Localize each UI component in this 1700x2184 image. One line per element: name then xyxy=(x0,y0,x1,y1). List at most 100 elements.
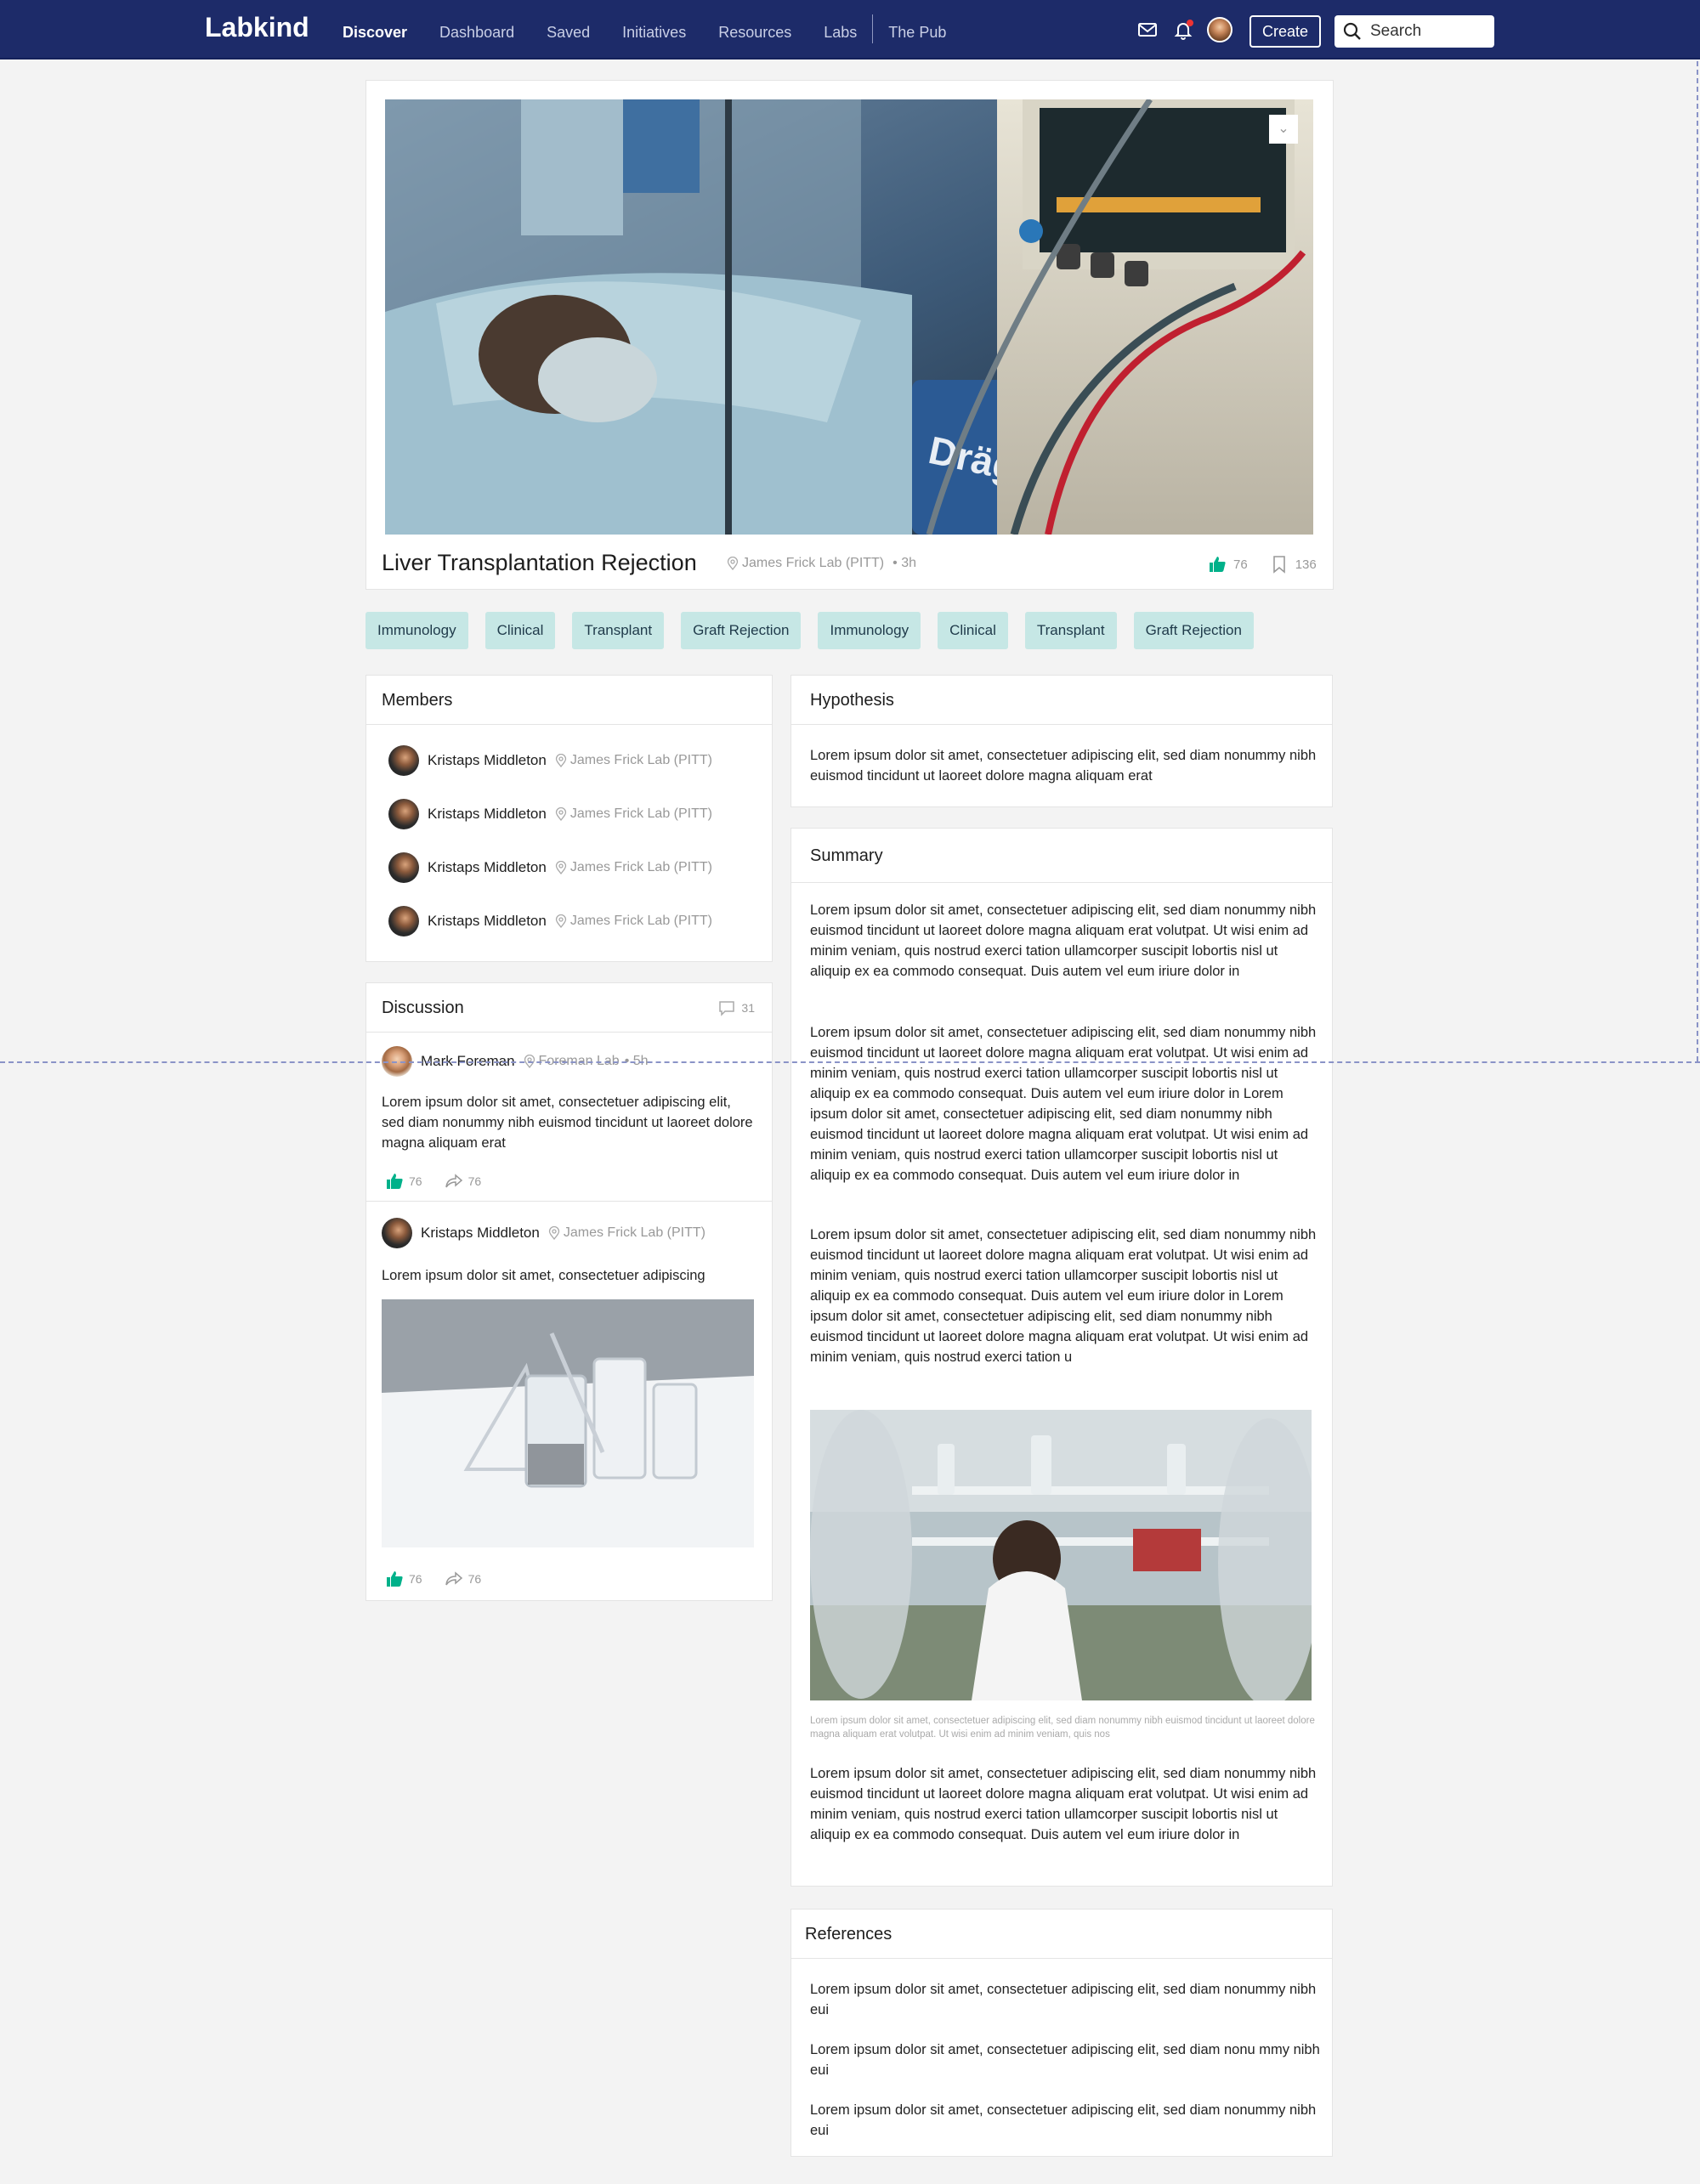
post-body: Lorem ipsum dolor sit amet, consectetuer… xyxy=(382,1268,706,1283)
thumbs-up-icon[interactable] xyxy=(385,1172,404,1191)
location-pin-icon xyxy=(555,807,566,821)
project-stats: 76 136 xyxy=(1208,555,1317,574)
tag-chip[interactable]: Transplant xyxy=(572,612,665,649)
post-share-count: 76 xyxy=(468,1572,482,1586)
nav-links: Discover Dashboard Saved Initiatives Res… xyxy=(343,14,978,43)
member-name[interactable]: Kristaps Middleton xyxy=(428,752,547,769)
guide-line-vertical xyxy=(1697,61,1698,1061)
avatar xyxy=(388,906,419,936)
nav-link-discover[interactable]: Discover xyxy=(343,24,407,42)
project-time: • 3h xyxy=(892,556,916,570)
share-icon[interactable] xyxy=(445,1172,463,1191)
member-row[interactable]: Kristaps Middleton James Frick Lab (PITT… xyxy=(388,852,712,883)
avatar xyxy=(382,1218,412,1248)
member-row[interactable]: Kristaps Middleton James Frick Lab (PITT… xyxy=(388,745,712,776)
tag-chip[interactable]: Graft Rejection xyxy=(1133,612,1254,649)
summary-card: Summary Lorem ipsum dolor sit amet, cons… xyxy=(790,828,1333,1887)
nav-link-labs[interactable]: Labs xyxy=(824,24,857,42)
thumbs-up-icon[interactable] xyxy=(385,1570,404,1588)
discussion-card: Discussion 31 Mark Foreman Foreman Lab • … xyxy=(366,982,773,1601)
search-icon xyxy=(1343,22,1361,40)
create-button[interactable]: Create xyxy=(1250,15,1321,48)
reference-item[interactable]: Lorem ipsum dolor sit amet, consectetuer… xyxy=(810,2100,1320,2141)
like-count: 76 xyxy=(1233,557,1248,572)
avatar xyxy=(388,852,419,883)
notification-dot xyxy=(1187,20,1193,26)
bookmark-icon[interactable] xyxy=(1270,555,1289,574)
member-lab-name[interactable]: James Frick Lab (PITT) xyxy=(570,753,712,768)
post-like-count: 76 xyxy=(409,1572,422,1586)
reference-item[interactable]: Lorem ipsum dolor sit amet, consectetuer… xyxy=(810,2040,1320,2080)
nav-divider xyxy=(872,14,874,43)
summary-paragraph: Lorem ipsum dolor sit amet, consectetuer… xyxy=(810,1227,1317,1365)
chevron-down-icon[interactable]: ⌄ xyxy=(1269,115,1298,144)
discussion-header: Discussion 31 xyxy=(366,983,772,1033)
hero-image: Dräger ⌄ xyxy=(385,99,1313,535)
post-share-count: 76 xyxy=(468,1174,482,1188)
member-lab-name[interactable]: James Frick Lab (PITT) xyxy=(570,914,712,929)
avatar xyxy=(388,799,419,829)
user-avatar[interactable] xyxy=(1207,17,1232,42)
hypothesis-card: Hypothesis Lorem ipsum dolor sit amet, c… xyxy=(790,675,1333,807)
project-lab[interactable]: James Frick Lab (PITT) xyxy=(742,556,884,571)
location-pin-icon xyxy=(727,557,739,570)
member-lab: James Frick Lab (PITT) xyxy=(555,753,712,768)
members-card: Members Kristaps Middleton James Frick L… xyxy=(366,675,773,962)
tag-chip[interactable]: Immunology xyxy=(366,612,468,649)
member-lab: James Frick Lab (PITT) xyxy=(555,914,712,929)
summary-image[interactable] xyxy=(810,1410,1312,1700)
tag-chip[interactable]: Transplant xyxy=(1024,612,1117,649)
nav-link-initiatives[interactable]: Initiatives xyxy=(622,24,686,42)
nav-link-dashboard[interactable]: Dashboard xyxy=(439,24,514,42)
guide-line-horizontal xyxy=(0,1061,1700,1063)
project-hero-card: Dräger ⌄ Liver Transplantation Rejection… xyxy=(366,80,1334,590)
summary-paragraph: Lorem ipsum dolor sit amet, consectetuer… xyxy=(810,902,1317,979)
references-title: References xyxy=(791,1910,1332,1959)
brand-logo[interactable]: Labkind xyxy=(205,12,309,43)
mail-icon[interactable] xyxy=(1136,18,1159,42)
member-lab-name[interactable]: James Frick Lab (PITT) xyxy=(570,806,712,822)
nav-icons xyxy=(1136,17,1232,42)
hypothesis-text: Lorem ipsum dolor sit amet, consectetuer… xyxy=(810,748,1317,784)
post-actions: 76 76 xyxy=(385,1172,481,1191)
reference-item[interactable]: Lorem ipsum dolor sit amet, consectetuer… xyxy=(810,1979,1320,2020)
member-name[interactable]: Kristaps Middleton xyxy=(428,913,547,930)
summary-paragraph: Lorem ipsum dolor sit amet, consectetuer… xyxy=(810,1766,1317,1842)
search-input[interactable]: Search xyxy=(1334,15,1494,48)
comment-count-value: 31 xyxy=(741,1001,755,1015)
project-meta: James Frick Lab (PITT) • 3h xyxy=(727,556,916,571)
post-lab: James Frick Lab (PITT) xyxy=(548,1225,706,1241)
member-lab-name[interactable]: James Frick Lab (PITT) xyxy=(570,860,712,875)
member-row[interactable]: Kristaps Middleton James Frick Lab (PITT… xyxy=(388,799,712,829)
tag-chip[interactable]: Clinical xyxy=(938,612,1008,649)
comment-count: 31 xyxy=(717,983,755,1033)
hypothesis-title: Hypothesis xyxy=(791,676,1332,725)
thumbs-up-icon[interactable] xyxy=(1208,555,1227,574)
share-icon[interactable] xyxy=(445,1570,463,1588)
location-pin-icon xyxy=(555,754,566,767)
discussion-title: Discussion xyxy=(382,999,464,1017)
members-title: Members xyxy=(366,676,772,725)
nav-link-resources[interactable]: Resources xyxy=(718,24,791,42)
tag-chip[interactable]: Clinical xyxy=(484,612,556,649)
post-like-count: 76 xyxy=(409,1174,422,1188)
member-lab: James Frick Lab (PITT) xyxy=(555,860,712,875)
post-author[interactable]: Kristaps Middleton xyxy=(421,1225,540,1242)
member-row[interactable]: Kristaps Middleton James Frick Lab (PITT… xyxy=(388,906,712,936)
member-name[interactable]: Kristaps Middleton xyxy=(428,806,547,823)
nav-link-saved[interactable]: Saved xyxy=(547,24,590,42)
summary-paragraph: Lorem ipsum dolor sit amet, consectetuer… xyxy=(810,1025,1317,1183)
post-divider xyxy=(366,1201,772,1202)
post-image[interactable] xyxy=(382,1299,754,1547)
tag-chip[interactable]: Immunology xyxy=(818,612,921,649)
member-name[interactable]: Kristaps Middleton xyxy=(428,859,547,876)
member-lab: James Frick Lab (PITT) xyxy=(555,806,712,822)
tag-chip[interactable]: Graft Rejection xyxy=(681,612,802,649)
post-lab-name[interactable]: James Frick Lab (PITT) xyxy=(564,1225,706,1241)
top-navbar: Labkind Discover Dashboard Saved Initiat… xyxy=(0,0,1700,59)
search-placeholder: Search xyxy=(1370,22,1422,40)
bell-icon[interactable] xyxy=(1171,18,1195,42)
references-card: References Lorem ipsum dolor sit amet, c… xyxy=(790,1909,1333,2157)
comment-icon xyxy=(719,1001,735,1016)
nav-link-the-pub[interactable]: The Pub xyxy=(888,24,946,42)
